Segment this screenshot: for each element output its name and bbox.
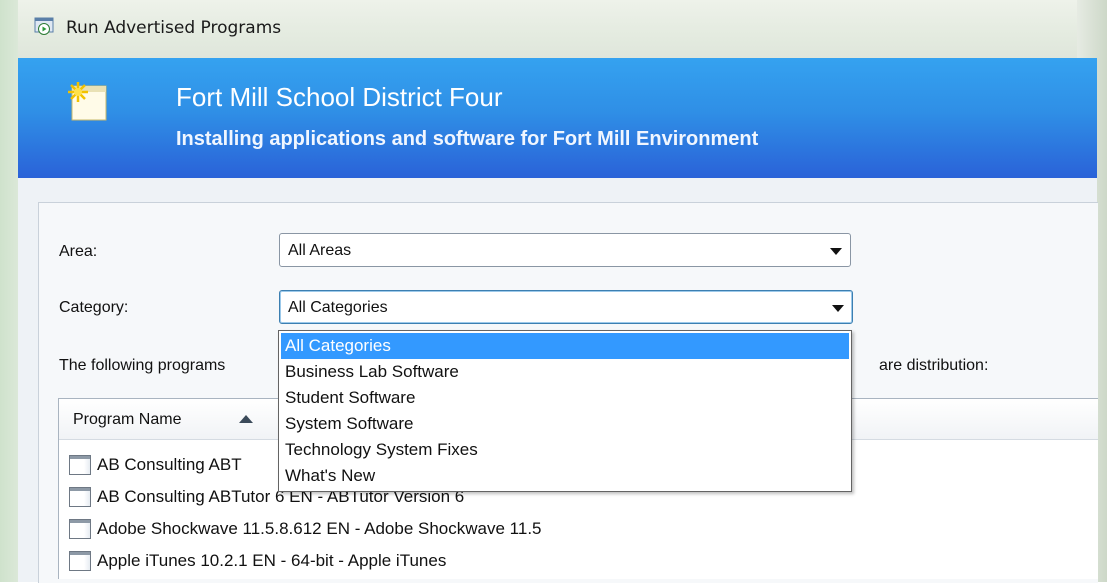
program-name: Apple iTunes 10.2.1 EN - 64-bit - Apple …	[97, 551, 447, 570]
description-text-left: The following programs	[59, 357, 226, 374]
title-bar[interactable]: Run Advertised Programs	[18, 0, 1077, 58]
area-select-value: All Areas	[288, 242, 352, 259]
desktop-background-left	[0, 0, 18, 582]
program-icon	[69, 519, 91, 539]
dropdown-option[interactable]: Technology System Fixes	[281, 437, 849, 463]
run-program-icon	[34, 17, 54, 35]
header-banner: Fort Mill School District Four Installin…	[18, 58, 1097, 178]
star-window-icon	[68, 82, 107, 121]
chevron-down-icon[interactable]	[832, 305, 844, 312]
dropdown-option[interactable]: What's New	[281, 463, 849, 489]
dropdown-option[interactable]: System Software	[281, 411, 849, 437]
program-icon	[69, 551, 91, 571]
banner-subtitle: Installing applications and software for…	[176, 128, 759, 150]
area-label: Area:	[59, 243, 98, 260]
banner-title: Fort Mill School District Four	[176, 82, 503, 112]
category-dropdown-list[interactable]: All Categories Business Lab Software Stu…	[278, 330, 852, 492]
description-text-right: are distribution:	[879, 357, 989, 374]
column-header-program-name[interactable]: Program Name	[73, 411, 181, 429]
area-select[interactable]: All Areas	[279, 233, 851, 267]
dropdown-option[interactable]: Business Lab Software	[281, 359, 849, 385]
category-label: Category:	[59, 299, 129, 316]
program-name: AB Consulting ABT	[97, 455, 242, 474]
category-select-value: All Categories	[288, 299, 388, 316]
dropdown-option[interactable]: Student Software	[281, 385, 849, 411]
sort-ascending-icon[interactable]	[239, 415, 253, 423]
program-icon	[69, 487, 91, 507]
window-title: Run Advertised Programs	[66, 18, 282, 38]
program-name: Adobe Shockwave 11.5.8.612 EN - Adobe Sh…	[97, 519, 542, 538]
program-icon	[69, 455, 91, 475]
chevron-down-icon[interactable]	[830, 248, 842, 255]
dropdown-option[interactable]: All Categories	[281, 333, 849, 359]
category-select[interactable]: All Categories	[279, 290, 853, 324]
